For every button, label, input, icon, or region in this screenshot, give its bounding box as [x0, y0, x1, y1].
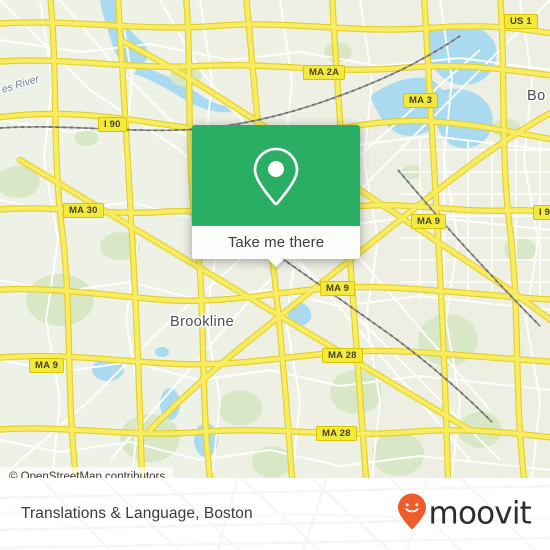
highway-shield-ma-9-east[interactable]: MA 9 [411, 214, 447, 229]
map-page: es River Brookline Bo US 1 MA 2A MA 3 I … [0, 0, 550, 550]
highway-shield-ma-9-center[interactable]: MA 9 [320, 281, 356, 296]
bottom-info-bar: Translations & Language, Boston moovit [0, 478, 550, 550]
highway-shield-ma-28-north[interactable]: MA 28 [322, 348, 363, 363]
highway-shield-i-93[interactable]: I 9 [533, 205, 550, 220]
osm-attribution-text: © OpenStreetMap contributors [9, 470, 166, 479]
moovit-wordmark: moovit [428, 495, 532, 532]
highway-shield-ma-30[interactable]: MA 30 [63, 203, 104, 218]
map-canvas[interactable]: es River Brookline Bo US 1 MA 2A MA 3 I … [0, 0, 550, 478]
highway-shield-us-1[interactable]: US 1 [504, 14, 538, 29]
place-label-brookline: Brookline [170, 314, 235, 330]
highway-shield-ma-3[interactable]: MA 3 [403, 93, 439, 108]
popup-pointer-tail [267, 258, 285, 267]
take-me-there-label: Take me there [227, 234, 325, 251]
osm-attribution[interactable]: © OpenStreetMap contributors [0, 467, 174, 479]
highway-shield-i-90[interactable]: I 90 [98, 117, 127, 132]
place-label-boston: Bo [527, 88, 546, 104]
page-title: Translations & Language, Boston [21, 505, 253, 522]
highway-shield-ma-28-south[interactable]: MA 28 [316, 426, 357, 441]
location-popup-card[interactable]: Take me there [192, 125, 360, 267]
moovit-logo[interactable]: moovit [397, 493, 532, 536]
popup-icon-area [192, 125, 360, 226]
moovit-smiley-pin-icon [397, 493, 427, 536]
highway-shield-ma-9-west[interactable]: MA 9 [29, 358, 65, 373]
map-pin-icon [249, 144, 303, 208]
highway-shield-ma-2a[interactable]: MA 2A [303, 65, 346, 80]
take-me-there-button[interactable]: Take me there [192, 226, 360, 267]
